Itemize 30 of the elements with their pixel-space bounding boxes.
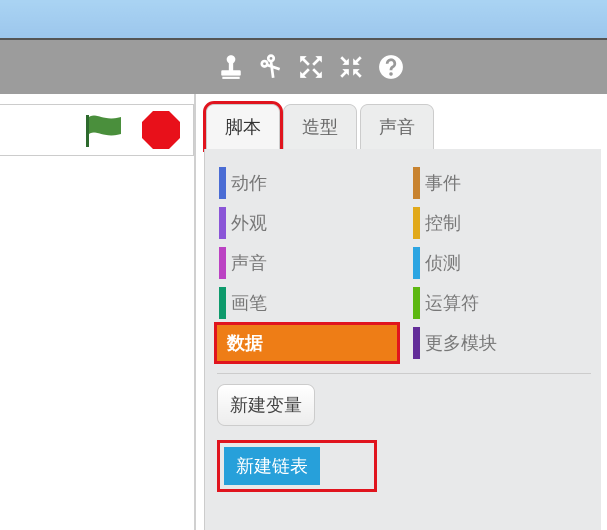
flag-icon[interactable] (83, 112, 123, 148)
shrink-icon[interactable] (338, 54, 364, 80)
category-label: 外观 (231, 212, 267, 235)
category-item[interactable]: 数据 (217, 325, 397, 361)
tab[interactable]: 造型 (283, 104, 357, 149)
category-label: 声音 (231, 252, 267, 275)
category-item[interactable]: 动作 (217, 165, 397, 201)
category-item[interactable]: 侦测 (411, 245, 591, 281)
category-item[interactable]: 画笔 (217, 285, 397, 321)
category-label: 事件 (425, 172, 461, 195)
category-item[interactable]: 运算符 (411, 285, 591, 321)
category-item[interactable]: 控制 (411, 205, 591, 241)
category-label: 画笔 (231, 292, 267, 315)
palette-button[interactable]: 新建链表 (217, 440, 377, 492)
category-label: 动作 (231, 172, 267, 195)
category-label: 控制 (425, 212, 461, 235)
category-item[interactable]: 事件 (411, 165, 591, 201)
help-icon[interactable] (378, 54, 404, 80)
category-item[interactable]: 更多模块 (411, 325, 591, 361)
tab[interactable]: 脚本 (206, 104, 280, 149)
category-label: 数据 (227, 332, 263, 355)
category-label: 运算符 (425, 292, 479, 315)
tab[interactable]: 声音 (360, 104, 434, 149)
category-item[interactable]: 声音 (217, 245, 397, 281)
stop-icon[interactable] (141, 110, 181, 150)
category-label: 侦测 (425, 252, 461, 275)
expand-icon[interactable] (298, 54, 324, 80)
category-label: 更多模块 (425, 332, 497, 355)
palette-button[interactable]: 新建变量 (217, 384, 315, 426)
category-item[interactable]: 外观 (217, 205, 397, 241)
